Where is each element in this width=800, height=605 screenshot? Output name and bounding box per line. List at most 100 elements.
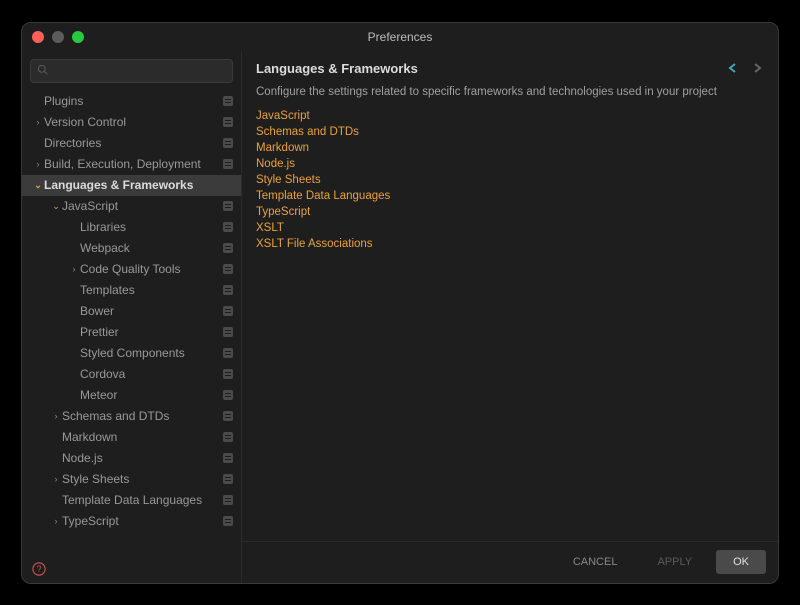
project-badge-icon [223, 243, 233, 253]
sidebar-item-label: Languages & Frameworks [44, 178, 233, 192]
search-field[interactable] [52, 65, 226, 77]
sidebar-item[interactable]: ›Version Control [22, 112, 241, 133]
window-body: Plugins›Version ControlDirectories›Build… [22, 51, 778, 583]
window-title: Preferences [22, 30, 778, 44]
page-title: Languages & Frameworks [256, 61, 726, 76]
project-badge-icon [223, 306, 233, 316]
sidebar-item[interactable]: Libraries [22, 217, 241, 238]
sidebar-item[interactable]: Prettier [22, 322, 241, 343]
settings-link[interactable]: JavaScript [256, 108, 764, 124]
project-badge-icon [223, 222, 233, 232]
project-badge-icon [223, 201, 233, 211]
project-badge-icon [223, 117, 233, 127]
sidebar-item[interactable]: Markdown [22, 427, 241, 448]
sidebar-item[interactable]: ⌄Languages & Frameworks [22, 175, 241, 196]
settings-link[interactable]: TypeScript [256, 204, 764, 220]
project-badge-icon [223, 369, 233, 379]
project-badge-icon [223, 390, 233, 400]
settings-link[interactable]: Node.js [256, 156, 764, 172]
sidebar-item-label: Webpack [80, 241, 223, 255]
sidebar-item-label: JavaScript [62, 199, 223, 213]
titlebar: Preferences [22, 23, 778, 51]
sidebar-item-label: Node.js [62, 451, 223, 465]
main-header: Languages & Frameworks [242, 51, 778, 82]
sidebar-item-label: Build, Execution, Deployment [44, 157, 223, 171]
page-description: Configure the settings related to specif… [242, 82, 778, 108]
cancel-button[interactable]: CANCEL [557, 550, 634, 574]
project-badge-icon [223, 432, 233, 442]
chevron-down-icon[interactable]: ⌄ [50, 201, 62, 212]
nav-arrows [726, 61, 764, 75]
project-badge-icon [223, 327, 233, 337]
project-badge-icon [223, 411, 233, 421]
preferences-window: Preferences Plugins›Version ControlDirec… [21, 22, 779, 584]
sidebar-item[interactable]: Webpack [22, 238, 241, 259]
forward-icon[interactable] [750, 61, 764, 75]
project-badge-icon [223, 348, 233, 358]
chevron-right-icon[interactable]: › [32, 117, 44, 127]
chevron-right-icon[interactable]: › [50, 516, 62, 526]
sidebar: Plugins›Version ControlDirectories›Build… [22, 51, 242, 583]
apply-button: APPLY [641, 550, 708, 574]
sidebar-item[interactable]: Template Data Languages [22, 490, 241, 511]
sidebar-item-label: Templates [80, 283, 223, 297]
sidebar-item[interactable]: Directories [22, 133, 241, 154]
project-badge-icon [223, 159, 233, 169]
chevron-right-icon[interactable]: › [32, 159, 44, 169]
project-badge-icon [223, 495, 233, 505]
sidebar-item-label: Style Sheets [62, 472, 223, 486]
sidebar-item-label: Schemas and DTDs [62, 409, 223, 423]
sidebar-item[interactable]: Templates [22, 280, 241, 301]
settings-link[interactable]: XSLT File Associations [256, 236, 764, 252]
settings-link[interactable]: Style Sheets [256, 172, 764, 188]
chevron-right-icon[interactable]: › [50, 474, 62, 484]
settings-link[interactable]: XSLT [256, 220, 764, 236]
sidebar-item[interactable]: ›Code Quality Tools [22, 259, 241, 280]
help-icon[interactable]: ? [32, 562, 46, 576]
sidebar-item-label: Cordova [80, 367, 223, 381]
chevron-right-icon[interactable]: › [50, 411, 62, 421]
sidebar-item-label: Version Control [44, 115, 223, 129]
settings-link[interactable]: Schemas and DTDs [256, 124, 764, 140]
sidebar-item[interactable]: ⌄JavaScript [22, 196, 241, 217]
sidebar-item-label: Bower [80, 304, 223, 318]
project-badge-icon [223, 453, 233, 463]
project-badge-icon [223, 138, 233, 148]
back-icon[interactable] [726, 61, 740, 75]
sidebar-item[interactable]: Plugins [22, 91, 241, 112]
project-badge-icon [223, 474, 233, 484]
sidebar-item[interactable]: Meteor [22, 385, 241, 406]
sidebar-item[interactable]: Node.js [22, 448, 241, 469]
sidebar-item[interactable]: Styled Components [22, 343, 241, 364]
sidebar-item-label: Template Data Languages [62, 493, 223, 507]
sidebar-item[interactable]: Bower [22, 301, 241, 322]
sidebar-item-label: Libraries [80, 220, 223, 234]
sidebar-item[interactable]: ›Build, Execution, Deployment [22, 154, 241, 175]
settings-tree[interactable]: Plugins›Version ControlDirectories›Build… [22, 91, 241, 555]
sidebar-item[interactable]: ›Style Sheets [22, 469, 241, 490]
settings-link[interactable]: Template Data Languages [256, 188, 764, 204]
sidebar-item-label: Markdown [62, 430, 223, 444]
sidebar-item-label: TypeScript [62, 514, 223, 528]
svg-text:?: ? [37, 564, 42, 574]
search-input[interactable] [30, 59, 233, 83]
sidebar-item[interactable]: Cordova [22, 364, 241, 385]
chevron-down-icon[interactable]: ⌄ [32, 180, 44, 191]
sidebar-item-label: Plugins [44, 94, 223, 108]
sidebar-item-label: Code Quality Tools [80, 262, 223, 276]
sidebar-item[interactable]: ›TypeScript [22, 511, 241, 532]
settings-link[interactable]: Markdown [256, 140, 764, 156]
sidebar-item-label: Directories [44, 136, 223, 150]
sidebar-footer: ? [22, 555, 241, 583]
settings-links: JavaScriptSchemas and DTDsMarkdownNode.j… [242, 108, 778, 252]
project-badge-icon [223, 285, 233, 295]
main-panel: Languages & Frameworks Configure the set… [242, 51, 778, 583]
search-icon [37, 62, 48, 80]
dialog-footer: CANCEL APPLY OK [242, 541, 778, 583]
sidebar-item-label: Prettier [80, 325, 223, 339]
sidebar-item[interactable]: ›Schemas and DTDs [22, 406, 241, 427]
chevron-right-icon[interactable]: › [68, 264, 80, 274]
project-badge-icon [223, 264, 233, 274]
project-badge-icon [223, 516, 233, 526]
ok-button[interactable]: OK [716, 550, 766, 574]
